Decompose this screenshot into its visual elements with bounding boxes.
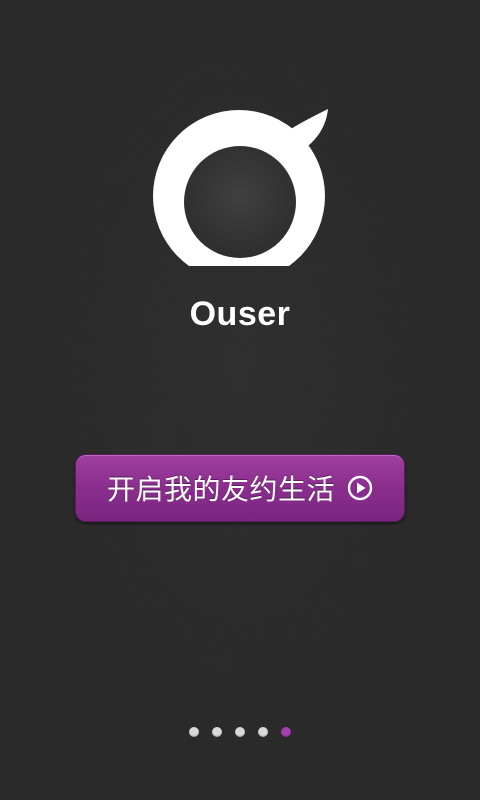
page-dot-4[interactable] xyxy=(258,727,268,737)
page-dot-5-active[interactable] xyxy=(281,727,291,737)
page-dot-3[interactable] xyxy=(235,727,245,737)
app-name: Ouser xyxy=(189,295,291,333)
page-dot-1[interactable] xyxy=(189,727,199,737)
play-circle-icon xyxy=(347,475,373,501)
start-button-label: 开启我的友约生活 xyxy=(106,473,335,506)
page-indicator xyxy=(0,727,480,737)
page-dot-2[interactable] xyxy=(212,727,222,737)
ouser-logo-icon xyxy=(150,106,332,266)
splash-screen: Ouser 开启我的友约生活 xyxy=(0,0,480,800)
start-button[interactable]: 开启我的友约生活 xyxy=(75,454,405,522)
